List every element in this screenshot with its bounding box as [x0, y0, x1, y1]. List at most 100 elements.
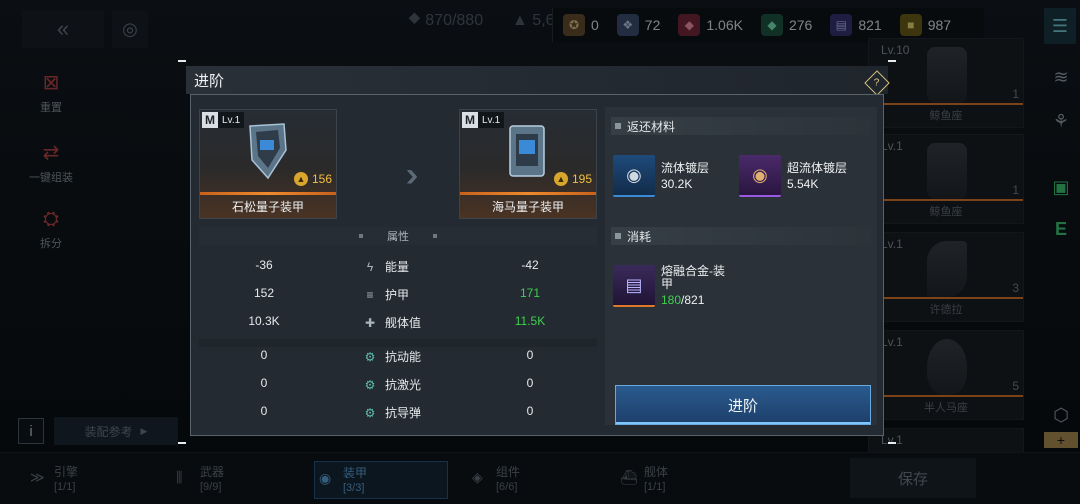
target-icon: ◎ [122, 18, 138, 39]
help-glyph: ? [874, 77, 880, 89]
refund-header: 返还材料 [611, 117, 871, 135]
plus-icon: + [1056, 432, 1066, 448]
right-toolbar: ≋ ⚘ ▣ E ⬡ + [1040, 60, 1080, 504]
resource-pink-crystal[interactable]: ◆ 1.06K [668, 8, 751, 42]
armor-thumbnail [927, 339, 967, 395]
frame-corner [178, 442, 186, 444]
laser-resist-icon: ⚙ [364, 377, 376, 392]
add-button[interactable]: + [1044, 432, 1078, 448]
crest-icon: ✪ [563, 14, 585, 36]
component-icon: ◈ [472, 469, 483, 485]
tab-hull[interactable]: ⛴ 舰体 [1/1] [616, 461, 736, 499]
e-button[interactable]: E [1044, 212, 1078, 246]
refund-material[interactable]: ◉ 流体镀层 30.2K [613, 155, 733, 199]
double-chevron-right-icon: ›› [405, 155, 419, 194]
armor-icon: ≡ [366, 287, 374, 302]
resist-row-kinetic: 0 ⚙ 抗动能 0 [260, 348, 534, 364]
item-name: 石松量子装甲 [231, 200, 304, 214]
power-stat-icon: ▲ [512, 12, 528, 29]
hull-tab-icon: ⛴ [620, 469, 638, 485]
molten-alloy-icon: ▤ [613, 265, 655, 307]
resource-bar: ✪ 0 ❖ 72 ◆ 1.06K ◆ 276 ▤ 821 ■ 987 [552, 8, 984, 42]
kinetic-resist-icon: ⚙ [364, 349, 376, 364]
tab-weapon[interactable]: ⫼ 武器 [9/9] [172, 461, 292, 499]
save-button[interactable]: 保存 [850, 458, 976, 498]
dialog-title: 进阶 [194, 72, 225, 90]
reset-icon: ⊠ [42, 72, 60, 94]
pink-crystal-icon: ◆ [678, 14, 701, 36]
target-item-card[interactable]: M Lv.1 ▲ 195 海马量子装甲 [459, 109, 597, 219]
nodes-button[interactable]: ⚘ [1044, 104, 1078, 138]
grade-badge: M [462, 112, 478, 128]
attribute-row-hull: 10.3K ✚ 舰体值 11.5K [248, 314, 546, 330]
attribute-row-armor: 152 ≡ 护甲 171 [253, 286, 541, 302]
consume-material[interactable]: ▤ 熔融合金-装 甲 180/821 [613, 265, 753, 319]
advance-dialog: 进阶 ? M Lv.1 ▲ 156 石松量子装甲 ›› M Lv.1 ▲ 195… [178, 60, 896, 444]
missile-resist-icon: ⚙ [364, 405, 376, 420]
reset-button[interactable]: ⊠ 重置 [18, 70, 84, 115]
tab-armor[interactable]: ◉ 装甲 [3/3] [314, 461, 448, 499]
attribute-row-energy: -36 ϟ 能量 -42 [255, 258, 539, 274]
back-button[interactable]: « [22, 10, 104, 48]
layers-button[interactable]: ≋ [1044, 60, 1078, 94]
info-button[interactable]: i [18, 418, 44, 444]
split-button[interactable]: ⛭ 拆分 [18, 208, 84, 251]
blueprint-book-icon: ▤ [830, 14, 853, 36]
green-crystal-icon: ◆ [760, 14, 783, 36]
weapon-icon: ⫼ [176, 469, 183, 485]
superfluid-coating-icon: ◉ [739, 155, 781, 197]
list-menu-button[interactable]: ☰ [1044, 8, 1076, 44]
cost-icon: ▲ [293, 172, 308, 186]
hex-button[interactable]: ⬡ [1044, 398, 1078, 432]
frame-corner [888, 442, 896, 444]
module-icon: ▣ [1052, 176, 1070, 197]
grade-badge: M [202, 112, 218, 128]
level-badge: Lv.1 [478, 112, 505, 128]
auto-assemble-button[interactable]: ⇄ 一键组装 [18, 140, 84, 185]
game-screen: « ◎ ⯁ 870/880 ▲ 5,6 5 ✪ 0 ❖ 72 ◆ 1.06K ◆… [0, 0, 1080, 504]
resource-crest[interactable]: ✪ 0 [553, 8, 607, 42]
consume-header: 消耗 [611, 227, 871, 245]
refund-material[interactable]: ◉ 超流体镀层 5.54K [739, 155, 859, 199]
resource-gold-cube[interactable]: ■ 987 [890, 8, 959, 42]
letter-e-icon: E [1054, 218, 1067, 239]
energy-stat: ⯁ 870/880 [408, 12, 484, 29]
hull-icon: ✚ [364, 315, 376, 330]
auto-assemble-icon: ⇄ [42, 142, 60, 164]
armor-thumbnail [927, 143, 967, 199]
target-button[interactable]: ◎ [112, 10, 148, 48]
hexagon-icon: ⬡ [1053, 404, 1069, 425]
tab-component[interactable]: ◈ 组件 [6/6] [468, 461, 588, 499]
header-dot [359, 234, 363, 238]
item-name: 海马量子装甲 [491, 200, 564, 214]
advance-button[interactable]: 进阶 [615, 385, 871, 425]
frame-corner [178, 60, 186, 62]
attributes-header: 属性 [199, 227, 597, 245]
armor-art-icon [509, 125, 545, 177]
help-icon[interactable]: ? [864, 70, 890, 96]
cost-icon: ▲ [553, 172, 568, 186]
rarity-bar [460, 192, 596, 195]
level-badge: Lv.1 [218, 112, 245, 128]
dialog-titlebar: 进阶 ? [186, 66, 890, 96]
tab-engine[interactable]: ≫ 引擎 [1/1] [26, 461, 146, 499]
armor-thumbnail [927, 47, 967, 103]
resist-row-missile: 0 ⚙ 抗导弹 0 [260, 404, 534, 420]
list-icon: ☰ [1051, 15, 1069, 36]
green-module-button[interactable]: ▣ [1044, 170, 1078, 204]
gold-cube-icon: ■ [899, 14, 922, 36]
assembly-reference-button[interactable]: 装配参考 ▶ [54, 417, 178, 445]
resource-green-crystal[interactable]: ◆ 276 [751, 8, 820, 42]
armor-thumbnail [927, 241, 967, 297]
armor-art-icon [249, 123, 287, 180]
resource-blueprint-book[interactable]: ▤ 821 [820, 8, 889, 42]
nodes-icon: ⚘ [1052, 110, 1070, 131]
cost-display: ▲ 195 [553, 172, 592, 186]
cost-display: ▲ 156 [293, 172, 332, 186]
dialog-body: M Lv.1 ▲ 156 石松量子装甲 ›› M Lv.1 ▲ 195 海马量子… [190, 94, 884, 436]
rarity-bar [200, 192, 336, 195]
resource-crystal-cluster[interactable]: ❖ 72 [607, 8, 669, 42]
source-item-card[interactable]: M Lv.1 ▲ 156 石松量子装甲 [199, 109, 337, 219]
layers-icon: ≋ [1053, 66, 1069, 87]
crystal-cluster-icon: ❖ [616, 14, 639, 36]
